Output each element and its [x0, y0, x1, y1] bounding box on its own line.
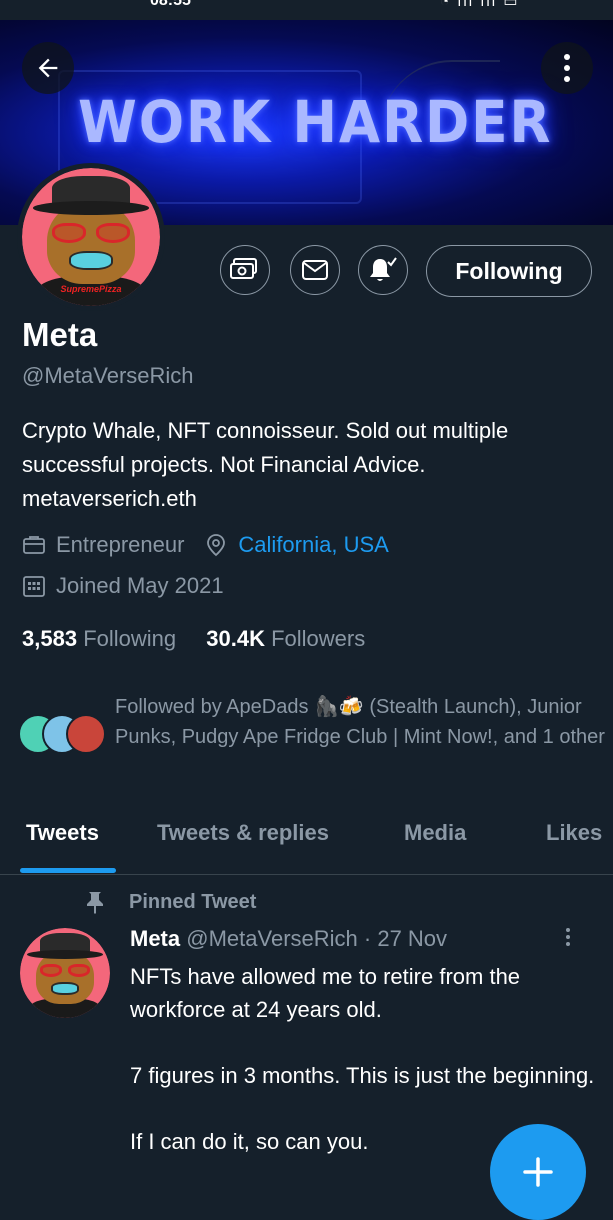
profile-actions: Following — [0, 245, 613, 299]
followed-by-text: Followed by ApeDads 🦍🍻 (Stealth Launch),… — [115, 696, 605, 748]
active-tab-indicator — [20, 868, 116, 873]
pin-icon — [85, 890, 109, 914]
tab-media[interactable]: Media — [404, 820, 466, 846]
tab-tweets[interactable]: Tweets — [26, 820, 99, 846]
followers-link[interactable]: 30.4K Followers — [206, 626, 365, 651]
bell-check-icon — [370, 257, 397, 281]
tweet-author-avatar[interactable] — [20, 928, 110, 1018]
profile-meta-row: Entrepreneur California, USA — [22, 532, 389, 558]
tweet-header: Meta @MetaVerseRich · 27 Nov — [130, 926, 447, 952]
briefcase-icon — [22, 533, 46, 557]
notifications-button[interactable] — [358, 245, 408, 295]
status-icons: ◔ ıll ıll ▭ — [440, 0, 520, 10]
following-link[interactable]: 3,583 Following — [22, 626, 176, 651]
following-label: Following — [83, 626, 177, 651]
followed-by-avatars — [18, 714, 108, 758]
mail-icon — [302, 260, 328, 280]
pinned-text: Pinned Tweet — [129, 890, 257, 913]
message-button[interactable] — [290, 245, 340, 295]
more-vertical-icon — [566, 928, 570, 946]
following-count: 3,583 — [22, 626, 78, 651]
joined-row: Joined May 2021 — [22, 573, 224, 599]
tip-button[interactable] — [220, 245, 270, 295]
profile-name: Meta — [22, 316, 98, 353]
status-time: 08:55 — [150, 0, 191, 9]
mini-avatar — [66, 714, 106, 754]
tweet-author-name[interactable]: Meta — [130, 926, 180, 951]
tab-tweets-replies[interactable]: Tweets & replies — [157, 820, 329, 846]
money-icon — [230, 258, 257, 279]
compose-tweet-button[interactable] — [490, 1124, 586, 1220]
follow-counts: 3,583 Following 30.4K Followers — [22, 626, 365, 652]
arrow-left-icon — [38, 58, 58, 78]
followed-by-section[interactable]: Followed by ApeDads 🦍🍻 (Stealth Launch),… — [18, 692, 608, 782]
back-button[interactable] — [22, 42, 74, 94]
location-text[interactable]: California, USA — [238, 532, 388, 558]
location-pin-icon — [204, 533, 228, 557]
followers-count: 30.4K — [206, 626, 265, 651]
tweet-date[interactable]: · 27 Nov — [364, 926, 447, 951]
pinned-tweet-label: Pinned Tweet — [85, 890, 256, 914]
banner-neon-text: WORK HARDER — [78, 88, 553, 156]
profile-handle: @MetaVerseRich — [22, 363, 194, 388]
more-options-button[interactable] — [541, 42, 593, 94]
profile-bio: Crypto Whale, NFT connoisseur. Sold out … — [22, 418, 509, 511]
status-bar: 08:55 ◔ ıll ıll ▭ — [0, 0, 613, 20]
tweet-more-button[interactable] — [566, 928, 570, 946]
plus-icon — [523, 1157, 553, 1187]
profile-tabs: Tweets Tweets & replies Media Likes — [0, 806, 613, 875]
tweet-author-handle: @MetaVerseRich — [186, 926, 358, 951]
occupation-text: Entrepreneur — [56, 532, 185, 557]
more-vertical-icon — [564, 54, 570, 82]
followers-label: Followers — [271, 626, 366, 651]
ape-avatar-image — [20, 928, 110, 1018]
calendar-icon — [22, 574, 46, 598]
following-button[interactable]: Following — [426, 245, 592, 297]
tab-likes[interactable]: Likes — [546, 820, 602, 846]
joined-text: Joined May 2021 — [56, 573, 224, 598]
